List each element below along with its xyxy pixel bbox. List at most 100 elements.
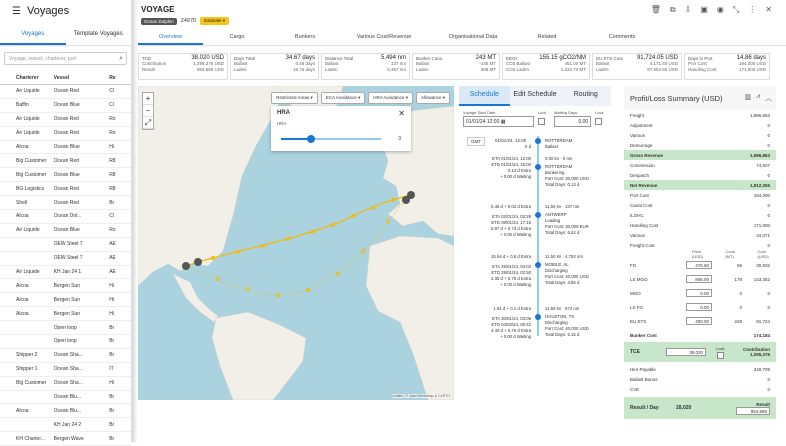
fuel-price-input[interactable]: 806.00 [686, 275, 712, 283]
eca-avoidance-button[interactable]: ECA Avoidance ▾ [320, 92, 366, 104]
port-pin[interactable] [194, 258, 202, 266]
close-icon[interactable]: ✕ [765, 5, 772, 15]
list-item[interactable]: KH Jan 24 2 Br [0, 418, 131, 433]
list-item[interactable]: Baffin Ocean Blue Cl [0, 99, 131, 113]
fit-bounds-button[interactable]: ⤢ [143, 117, 153, 129]
pl-row-label: Freight [630, 112, 645, 118]
list-item[interactable]: Alcoa Ocean Dol... Cl [0, 210, 131, 224]
list-item[interactable]: OEW Steel 7 AE [0, 238, 131, 252]
tab-routing[interactable]: Routing [560, 86, 611, 106]
list-item[interactable]: OEW Steel 7 AE [0, 252, 131, 266]
list-item[interactable]: Air Liquide Ocean Red Ro [0, 113, 131, 127]
list-item[interactable]: Shipper 1 Ocean Sha... IT [0, 363, 131, 377]
expand-icon[interactable]: ⤡ [733, 5, 739, 15]
trend-icon[interactable]: ⩘ [756, 93, 760, 103]
tab-edit-schedule[interactable]: Edit Schedule [510, 86, 561, 106]
list-item-route: Br [109, 435, 115, 442]
chevron-up-icon[interactable]: ︿ [765, 93, 772, 103]
pl-tce-input[interactable]: 38,020 [666, 348, 706, 356]
tab-template-voyages[interactable]: Template Voyages [66, 26, 132, 45]
search-icon[interactable]: ⌕ [119, 55, 123, 63]
port-marker[interactable] [535, 164, 541, 170]
restricted-areas-button[interactable]: Restricted Areas ▾ [271, 92, 318, 104]
lock-checkbox[interactable] [595, 118, 603, 125]
list-item[interactable]: Air Liquide Ocean Red Ro [0, 127, 131, 141]
list-item[interactable]: Big Customer Ocean Red R8 [0, 154, 131, 169]
port-pin[interactable] [402, 196, 410, 204]
list-item[interactable]: Open loop Br [0, 321, 131, 336]
pdf-icon[interactable]: ▣ [700, 5, 708, 15]
start-date-input[interactable]: 01/01/24 12:00 ▦ [463, 116, 534, 127]
port-marker[interactable] [535, 262, 541, 268]
list-item[interactable]: Open loop Br [0, 335, 131, 349]
list-item-charterer: Air Liquide [16, 88, 40, 95]
allowance-button[interactable]: Allowance ▾ [415, 92, 450, 104]
bar-chart-icon[interactable]: ▥ [744, 93, 751, 103]
fuel-price-input[interactable]: 0.00 [686, 303, 712, 311]
close-icon[interactable]: ✕ [398, 109, 405, 118]
column-header-vessel[interactable]: Vessel [54, 75, 110, 81]
list-item[interactable]: Big Customer Ocean Sha... Hi [0, 377, 131, 391]
tab-related[interactable]: Related [517, 29, 577, 45]
port-marker[interactable] [535, 138, 541, 144]
port-marker[interactable] [535, 314, 541, 320]
list-item[interactable]: Alcoa Ocean Blue Hi [0, 141, 131, 155]
tab-cargo[interactable]: Cargo [203, 29, 271, 45]
tab-bunkers[interactable]: Bunkers [271, 29, 339, 45]
days-row-value: 18.75 days [292, 67, 315, 72]
fuel-cons: 0 [739, 304, 742, 310]
more-icon[interactable]: ⋮ [748, 5, 756, 15]
list-item[interactable]: Shell Ocean Red Br [0, 196, 131, 211]
tab-voyages[interactable]: Voyages [0, 26, 66, 45]
list-item[interactable]: Big Customer Ocean Blue R8 [0, 168, 131, 183]
delete-icon[interactable]: 🗑 [651, 5, 661, 15]
hra-slider[interactable] [281, 135, 381, 143]
hra-slider-handle[interactable] [307, 135, 315, 143]
fuel-price-input[interactable]: 476.50 [686, 261, 712, 269]
list-item[interactable]: BG Logistics Ocean Red R8 [0, 182, 131, 197]
tab-overview[interactable]: Overview [138, 29, 203, 45]
pl-row-value: 340,709 [753, 366, 770, 372]
tab-various-cost[interactable]: Various Cost/Revenue [339, 29, 429, 45]
lock-checkbox[interactable] [537, 118, 545, 125]
copy-icon[interactable]: ⧉ [670, 5, 676, 15]
list-item[interactable]: Ocean Blu... Br [0, 391, 131, 405]
column-header-charterer[interactable]: Charterer [0, 75, 54, 81]
column-header-route[interactable]: Re [109, 75, 131, 81]
pl-row: Port Cost 184,000 [624, 190, 776, 200]
waiting-days-input[interactable]: 0.00 [553, 116, 592, 127]
hamburger-icon[interactable]: ☰ [12, 6, 21, 17]
result-input[interactable]: 954,668 [736, 406, 770, 415]
tab-schedule[interactable]: Schedule [459, 86, 510, 106]
calendar-icon[interactable]: ▦ [501, 119, 506, 125]
list-item[interactable]: Alcoa Ocean Blu... Br [0, 404, 131, 419]
days-value: 34.67 days [285, 55, 315, 61]
hra-avoidance-button[interactable]: HRA Avoidance ▾ [368, 92, 413, 104]
fuel-price-input[interactable]: 0.00 [686, 289, 712, 297]
tab-organisational-data[interactable]: Organisational Data [429, 29, 517, 45]
pl-row-label: Canal Cost [630, 202, 653, 208]
status-dropdown[interactable]: Estimate ▾ [200, 17, 230, 25]
distance-box: Distance Total 5,494 nm Ballast 137 nm La… [321, 53, 410, 80]
list-item-vessel: Ocean Blu... [53, 407, 82, 414]
list-item[interactable]: Air Liquide KH Jan 24 1 AE [0, 266, 131, 280]
zoom-in-button[interactable]: + [143, 93, 153, 105]
list-item[interactable]: Shipper 2 Ocean Sha... Br [0, 349, 131, 363]
pl-lock-checkbox[interactable] [716, 351, 724, 359]
camera-icon[interactable]: ◉ [717, 5, 724, 15]
schedule-right-item: 11.50 kn · 574 nm [545, 306, 580, 311]
list-item[interactable]: Alcoa Bergen Sun Hi [0, 293, 131, 308]
voyage-list: Air Liquide Ocean Red Cl Baffin Ocean Blue Cl… [0, 85, 131, 446]
fuel-price-input[interactable]: 400.00 [686, 317, 712, 325]
voyage-search-input[interactable]: Voyage, vessel, charterer, port ⌕ [4, 52, 127, 65]
port-marker[interactable] [535, 212, 541, 218]
export-icon[interactable]: ⇩ [685, 5, 692, 15]
list-item[interactable]: Alcoa Bergen Sun Hi [0, 307, 131, 322]
list-item[interactable]: KH Charter... Bergen Wave Br [0, 432, 131, 446]
list-item[interactable]: Air Liquide Ocean Red Cl [0, 85, 131, 99]
tab-comments[interactable]: Comments [577, 29, 667, 45]
zoom-out-button[interactable]: − [143, 105, 153, 117]
port-pin[interactable] [182, 262, 190, 270]
list-item[interactable]: Alcoa Bergen Sun Hi [0, 279, 131, 294]
list-item[interactable]: Air Liquide Ocean Blue Ro [0, 224, 131, 238]
